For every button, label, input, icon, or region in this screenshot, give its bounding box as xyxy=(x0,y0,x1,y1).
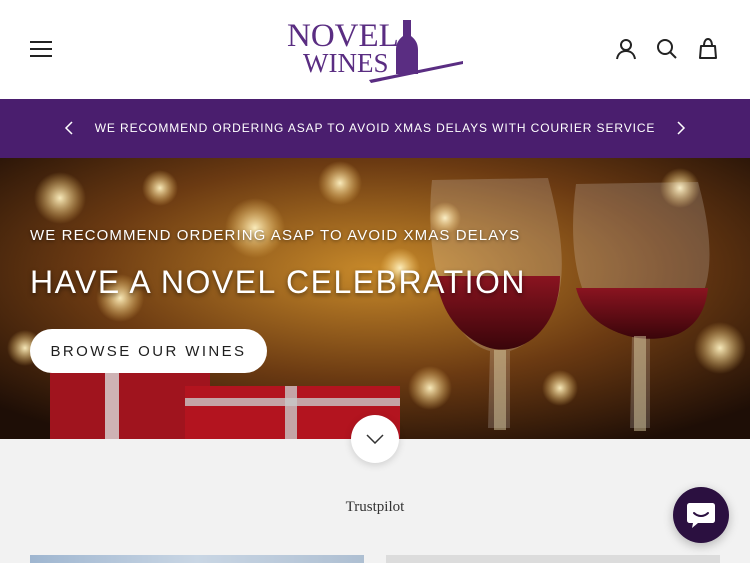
scroll-down-button[interactable] xyxy=(351,415,399,463)
menu-icon xyxy=(30,41,52,57)
announcement-bar: WE RECOMMEND ORDERING ASAP TO AVOID XMAS… xyxy=(0,99,750,158)
account-icon xyxy=(616,39,636,60)
wine-bottle-logo-mark xyxy=(396,20,418,74)
featured-card-right[interactable] xyxy=(386,555,720,563)
hero-eyebrow: WE RECOMMEND ORDERING ASAP TO AVOID XMAS… xyxy=(30,227,521,244)
chevron-left-icon xyxy=(64,121,73,135)
search-button[interactable] xyxy=(653,35,681,63)
account-button[interactable] xyxy=(612,35,640,63)
chevron-down-icon xyxy=(366,434,384,444)
announcement-text: WE RECOMMEND ORDERING ASAP TO AVOID XMAS… xyxy=(94,121,656,135)
chevron-right-icon xyxy=(677,121,686,135)
announcement-prev-button[interactable] xyxy=(55,114,83,142)
chat-button[interactable] xyxy=(673,487,729,543)
chat-icon xyxy=(687,503,715,528)
cart-icon xyxy=(699,38,717,59)
hero-title: HAVE A NOVEL CELEBRATION xyxy=(30,264,526,300)
logo-text-wines: WINES xyxy=(303,48,388,78)
search-icon xyxy=(657,39,677,59)
cart-button[interactable] xyxy=(694,35,722,63)
site-logo[interactable]: NOVEL WINES xyxy=(285,16,465,84)
hero-banner: WE RECOMMEND ORDERING ASAP TO AVOID XMAS… xyxy=(0,158,750,439)
announcement-next-button[interactable] xyxy=(667,114,695,142)
browse-wines-button[interactable]: BROWSE OUR WINES xyxy=(30,329,267,373)
featured-card-left[interactable] xyxy=(30,555,364,563)
trustpilot-label[interactable]: Trustpilot xyxy=(0,499,750,516)
site-header: NOVEL WINES xyxy=(0,0,750,99)
menu-button[interactable] xyxy=(27,35,55,63)
